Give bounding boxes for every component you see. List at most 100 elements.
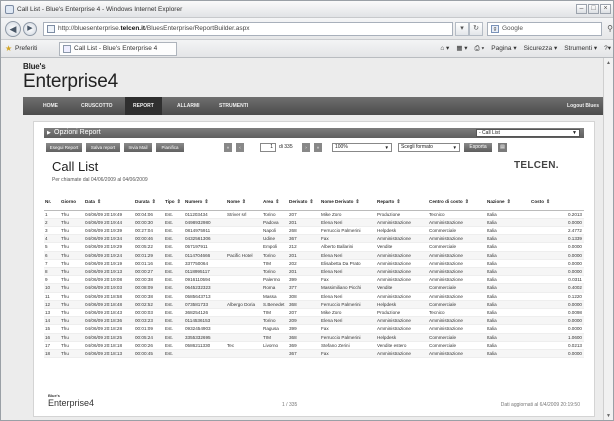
table-cell: 368 — [288, 333, 320, 342]
table-cell: Tecnico — [428, 308, 486, 318]
last-page-icon[interactable]: » — [314, 143, 322, 152]
options-title: Opzioni Report — [54, 129, 101, 136]
table-cell: Ragusa — [262, 324, 288, 334]
sort-icon[interactable]: ⇕ — [242, 199, 246, 205]
format-select[interactable]: Scegli formato ▼ — [398, 143, 460, 152]
search-icon[interactable]: ⚲ — [607, 23, 613, 35]
command-sicurezza[interactable]: Sicurezza ▾ — [524, 40, 558, 58]
excel-icon[interactable]: ▤ — [498, 143, 507, 152]
home-icon[interactable]: ⌂ ▾ — [440, 40, 449, 58]
back-button[interactable]: ◀ — [5, 21, 21, 37]
column-header[interactable]: Nome Derivato ⇕ — [320, 194, 376, 211]
column-header[interactable]: Durata ⇕ — [134, 194, 164, 211]
table-cell — [226, 234, 262, 244]
sort-icon[interactable]: ⇕ — [152, 199, 156, 205]
column-header[interactable]: Costo ⇕ — [530, 194, 584, 211]
expand-icon[interactable]: ▶ — [47, 128, 51, 138]
scroll-up-icon[interactable]: ▲ — [605, 60, 612, 67]
run-report-button[interactable]: Esegui Report — [46, 143, 82, 152]
table-cell: Est. — [164, 283, 184, 293]
sort-icon[interactable]: ⇕ — [355, 199, 359, 205]
column-header[interactable]: Tipo ⇕ — [164, 194, 184, 211]
column-header[interactable]: Area ⇕ — [262, 194, 288, 211]
column-header[interactable]: Nr. — [44, 194, 60, 211]
print-icon[interactable]: ⎙ ▾ — [475, 40, 485, 58]
save-report-button[interactable]: Salva report — [86, 143, 120, 152]
sort-icon[interactable]: ⇕ — [465, 199, 469, 205]
table-cell: Udine — [262, 234, 288, 244]
sort-icon[interactable]: ⇕ — [309, 199, 313, 205]
table-cell: Amministrazione — [376, 292, 428, 301]
next-page-icon[interactable]: › — [302, 143, 310, 152]
report-select[interactable]: - Call List ▼ — [476, 129, 580, 137]
sort-icon[interactable]: ⇕ — [546, 199, 550, 205]
scroll-down-icon[interactable]: ▼ — [605, 413, 612, 420]
table-cell: Amministrazione — [376, 218, 428, 227]
command-bar: ⌂ ▾ ▦ ▾ ⎙ ▾ Pagina ▾ Sicurezza ▾ Strumen… — [440, 40, 611, 58]
report-options-bar[interactable]: ▶ Opzioni Report - Call List ▼ — [44, 128, 584, 138]
forward-button[interactable]: ▶ — [23, 22, 37, 36]
table-cell: 04/06/09 20:19:08 — [84, 275, 134, 285]
table-cell: Amministrazione — [428, 349, 486, 359]
feeds-icon[interactable]: ▦ ▾ — [456, 40, 467, 58]
send-mail-button[interactable]: Invia Mail — [124, 143, 152, 152]
table-cell: Fax — [320, 275, 376, 285]
command-pagina[interactable]: Pagina ▾ — [491, 40, 516, 58]
sort-icon[interactable]: ⇕ — [204, 199, 208, 205]
prev-page-icon[interactable]: ‹ — [236, 143, 244, 152]
favorites-label[interactable]: Preferiti — [15, 40, 37, 58]
close-button[interactable]: × — [600, 4, 611, 14]
zoom-select[interactable]: 100% ▼ — [332, 143, 392, 152]
nav-home[interactable]: HOME — [35, 97, 66, 115]
table-row: 5 Thu 04/06/09 20:19:29 00:05:22 Est. 0571979… — [44, 242, 584, 252]
sort-icon[interactable]: ⇕ — [275, 199, 279, 205]
column-header[interactable]: Nome ⇕ — [226, 194, 262, 211]
column-header[interactable]: Reparto ⇕ — [376, 194, 428, 211]
export-button[interactable]: Esporta — [464, 143, 492, 152]
url-field[interactable]: http://bluesenterprise.telcen.it/BluesEn… — [43, 22, 453, 36]
refresh-icon[interactable]: ↻ — [469, 22, 483, 36]
column-header[interactable]: Giorno — [60, 194, 84, 211]
table-cell: 00:01:29 — [134, 251, 164, 260]
nav-report[interactable]: REPORT — [125, 97, 162, 115]
maximize-button[interactable]: □ — [588, 4, 599, 14]
column-header[interactable]: Numero ⇕ — [184, 194, 226, 211]
sort-icon[interactable]: ⇕ — [396, 199, 400, 205]
minimize-button[interactable]: – — [576, 4, 587, 14]
help-icon[interactable]: ?▾ — [604, 40, 611, 58]
logout-link[interactable]: Logout Blues — [567, 97, 599, 115]
nav-strumenti[interactable]: STRUMENTI — [211, 97, 256, 115]
table-cell: 0.0000 — [530, 316, 584, 326]
search-input[interactable]: g Google ⚲ — [487, 22, 613, 36]
table-cell: Thu — [60, 259, 84, 268]
google-icon: g — [491, 25, 499, 33]
table-cell: Italia — [486, 218, 530, 227]
sort-icon[interactable]: ⇕ — [97, 199, 101, 205]
sort-icon[interactable]: ⇕ — [507, 199, 511, 205]
sort-icon[interactable]: ⇕ — [177, 199, 181, 205]
command-strumenti[interactable]: Strumenti ▾ — [564, 40, 597, 58]
table-cell: 268 — [288, 226, 320, 236]
column-header[interactable]: Centro di costo ⇕ — [428, 194, 486, 211]
scrollbar[interactable]: ▲ ▼ — [603, 58, 613, 420]
dropdown-icon[interactable]: ▾ — [455, 22, 469, 36]
browser-tab[interactable]: Call List - Blue's Enterprise 4 — [59, 42, 177, 56]
table-cell: Mike Zoro — [320, 308, 376, 318]
page-input[interactable]: 1 — [260, 143, 276, 152]
table-cell: 00:00:03 — [134, 308, 164, 318]
column-header[interactable]: Nazione ⇕ — [486, 194, 530, 211]
schedule-button[interactable]: Pianifica — [156, 143, 184, 152]
table-cell: Amministrazione — [376, 275, 428, 285]
column-header[interactable]: Derivato ⇕ — [288, 194, 320, 211]
table-cell: Italia — [486, 259, 530, 268]
table-cell: Italia — [486, 251, 530, 260]
column-header[interactable]: Data ⇕ — [84, 194, 134, 211]
favorites-star-icon[interactable]: ★ — [5, 40, 12, 58]
first-page-icon[interactable]: « — [224, 143, 232, 152]
table-cell: Fax — [320, 349, 376, 359]
table-cell: 00:03:23 — [134, 316, 164, 326]
nav-allarmi[interactable]: ALLARMI — [169, 97, 208, 115]
nav-cruscotto[interactable]: CRUSCOTTO — [73, 97, 121, 115]
table-cell: Italia — [486, 283, 530, 293]
table-row: 4 Thu 04/06/09 20:19:34 00:00:46 Est. 0432561… — [44, 234, 584, 244]
